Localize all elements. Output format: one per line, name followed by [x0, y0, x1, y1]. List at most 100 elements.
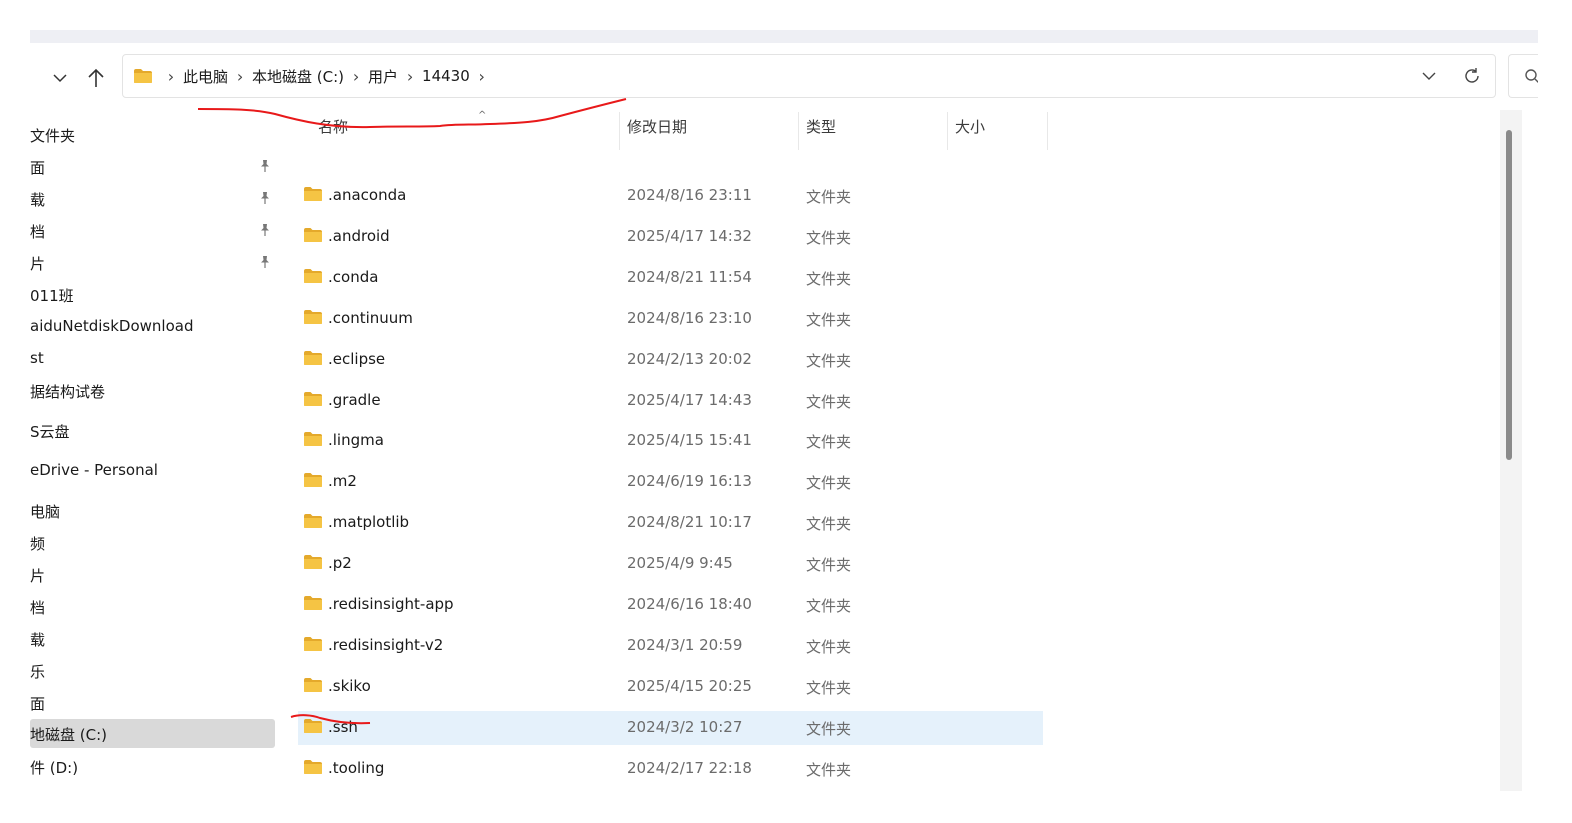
table-row[interactable]: .skiko 2025/4/15 20:25 文件夹: [298, 670, 1043, 704]
sidebar-item-downloads-pc[interactable]: 载: [30, 624, 275, 653]
breadcrumb-users[interactable]: 用户: [368, 66, 398, 87]
address-bar[interactable]: › 此电脑 › 本地磁盘 (C:) › 用户 › 14430 ›: [122, 54, 1496, 98]
pin-icon: [261, 256, 269, 268]
column-header-type[interactable]: 类型: [806, 116, 836, 146]
column-divider[interactable]: [798, 112, 799, 150]
scrollbar-thumb[interactable]: [1506, 130, 1512, 460]
address-dropdown-button[interactable]: [1417, 64, 1441, 88]
folder-icon: [304, 187, 322, 201]
sidebar-item-documents[interactable]: 档: [30, 216, 275, 245]
folder-icon: [304, 596, 322, 610]
sidebar-item-test[interactable]: st: [30, 344, 275, 373]
file-type: 文件夹: [806, 269, 852, 288]
modified-date: 2024/3/1 20:59: [627, 635, 743, 654]
sidebar-item-label: 面: [30, 159, 46, 177]
table-row[interactable]: .anaconda 2024/8/16 23:11 文件夹: [298, 179, 1043, 213]
sidebar-item-label: aiduNetdiskDownload: [30, 317, 194, 335]
table-row[interactable]: .p2 2025/4/9 9:45 文件夹: [298, 547, 1043, 581]
file-type: 文件夹: [806, 719, 852, 738]
file-type: 文件夹: [806, 637, 852, 656]
table-row[interactable]: .android 2025/4/17 14:32 文件夹: [298, 220, 1043, 254]
search-icon: [1525, 69, 1538, 83]
navigation-pane: 文件夹 面 载 档 片 011班 aiduNetdiskDownload st …: [30, 116, 280, 791]
sidebar-item-desktop-pc[interactable]: 面: [30, 688, 275, 717]
folder-icon: [133, 68, 153, 84]
table-row[interactable]: .eclipse 2024/2/13 20:02 文件夹: [298, 343, 1043, 377]
breadcrumb-separator[interactable]: ›: [228, 67, 252, 86]
recent-locations-button[interactable]: [46, 64, 74, 92]
sidebar-item-pictures[interactable]: 片: [30, 248, 275, 277]
up-button[interactable]: [82, 64, 110, 92]
column-divider[interactable]: [947, 112, 948, 150]
file-name: .redisinsight-app: [328, 595, 454, 613]
breadcrumb-separator[interactable]: ›: [159, 67, 183, 86]
modified-date: 2024/8/16 23:10: [627, 308, 752, 327]
refresh-button[interactable]: [1460, 64, 1484, 88]
column-header-date[interactable]: 修改日期: [627, 116, 687, 146]
file-list: 名称 ^ 修改日期 类型 大小 .anaconda 2024/8/16 23:11 文…: [298, 110, 1498, 791]
sidebar-item-documents-pc[interactable]: 档: [30, 592, 275, 621]
folder-icon: [304, 636, 322, 651]
table-row[interactable]: .matplotlib 2024/8/21 10:17 文件夹: [298, 506, 1043, 540]
sidebar-item-pictures-pc[interactable]: 片: [30, 560, 275, 589]
breadcrumb-user-folder[interactable]: 14430: [422, 67, 470, 85]
table-row[interactable]: .redisinsight-app 2024/6/16 18:40 文件夹: [298, 588, 1043, 622]
sidebar-item-label: 载: [30, 631, 46, 649]
table-row[interactable]: .lingma 2025/4/15 15:41 文件夹: [298, 424, 1043, 458]
sidebar-item-label: 011班: [30, 287, 74, 305]
file-explorer-window: › 此电脑 › 本地磁盘 (C:) › 用户 › 14430 › 文件夹 面 载…: [30, 30, 1538, 791]
column-divider[interactable]: [619, 112, 620, 150]
file-type: 文件夹: [806, 228, 852, 247]
sidebar-item-drive-d[interactable]: 件 (D:): [30, 752, 275, 781]
table-row[interactable]: .ssh 2024/3/2 10:27 文件夹: [298, 710, 1043, 745]
sort-ascending-icon: ^: [478, 110, 487, 121]
sidebar-item-label: 载: [30, 191, 46, 209]
modified-date: 2024/6/19 16:13: [627, 472, 752, 491]
column-divider[interactable]: [1047, 112, 1048, 150]
sidebar-item-baidunetdisk[interactable]: aiduNetdiskDownload: [30, 312, 275, 341]
sidebar-item-local-disk-c[interactable]: 地磁盘 (C:): [30, 719, 275, 748]
file-type: 文件夹: [806, 433, 852, 452]
sidebar-item-videos[interactable]: 频: [30, 528, 275, 557]
table-row[interactable]: .m2 2024/6/19 16:13 文件夹: [298, 465, 1043, 499]
pin-icon: [261, 224, 269, 236]
sidebar-item-this-pc[interactable]: 电脑: [30, 496, 275, 525]
sidebar-item-label: 乐: [30, 663, 46, 681]
folder-icon: [304, 555, 322, 570]
sidebar-item-downloads[interactable]: 载: [30, 184, 275, 213]
file-name: .m2: [328, 472, 357, 491]
sidebar-item-music[interactable]: 乐: [30, 656, 275, 685]
breadcrumb-separator[interactable]: ›: [344, 67, 368, 86]
column-header-label: 名称: [318, 118, 349, 136]
modified-date: 2025/4/9 9:45: [627, 554, 733, 573]
sidebar-item-cloud-drive[interactable]: S云盘: [30, 416, 275, 445]
breadcrumb-this-pc[interactable]: 此电脑: [183, 66, 228, 87]
column-header-size[interactable]: 大小: [955, 116, 985, 146]
sidebar-item-onedrive[interactable]: eDrive - Personal: [30, 456, 275, 485]
sidebar-item-label: 频: [30, 535, 46, 553]
breadcrumb-separator[interactable]: ›: [398, 67, 422, 86]
file-name: .conda: [328, 267, 379, 286]
table-row[interactable]: .tooling 2024/2/17 22:18 文件夹: [298, 752, 1043, 786]
sidebar-item-exam-papers[interactable]: 据结构试卷: [30, 376, 275, 405]
search-input[interactable]: [1508, 54, 1538, 98]
file-type: 文件夹: [806, 597, 852, 615]
sidebar-item-desktop[interactable]: 面: [30, 152, 275, 181]
sidebar-item-label: 档: [30, 599, 46, 617]
modified-date: 2024/2/17 22:18: [627, 758, 752, 777]
table-row[interactable]: .redisinsight-v2 2024/3/1 20:59 文件夹: [298, 629, 1043, 663]
sidebar-item-label: 片: [30, 567, 46, 585]
breadcrumb-local-disk-c[interactable]: 本地磁盘 (C:): [252, 66, 344, 87]
folder-icon: [304, 514, 322, 529]
sidebar-item-label: S云盘: [30, 423, 70, 441]
sidebar-item-label: 电脑: [30, 503, 61, 521]
table-row[interactable]: .continuum 2024/8/16 23:10 文件夹: [298, 302, 1043, 336]
column-header-name[interactable]: 名称 ^: [318, 110, 486, 146]
sidebar-item-label: 地磁盘 (C:): [30, 726, 107, 744]
table-row[interactable]: .conda 2024/8/21 11:54 文件夹: [298, 261, 1043, 295]
sidebar-item-folder[interactable]: 文件夹: [30, 120, 275, 149]
table-row[interactable]: .gradle 2025/4/17 14:43 文件夹: [298, 384, 1043, 418]
sidebar-item-class-folder[interactable]: 011班: [30, 280, 275, 309]
breadcrumb-separator[interactable]: ›: [470, 67, 494, 86]
folder-icon: [304, 718, 322, 733]
